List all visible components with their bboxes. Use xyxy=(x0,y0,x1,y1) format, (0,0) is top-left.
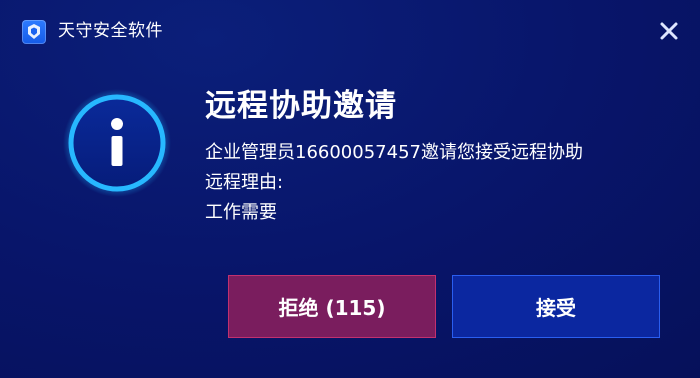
accept-button[interactable]: 接受 xyxy=(452,275,660,338)
accept-button-label: 接受 xyxy=(536,296,576,320)
remote-assist-dialog: 天守安全软件 远程协助邀请 企业管理员16600057457邀请您接受远程协助 … xyxy=(0,0,700,378)
reject-button[interactable]: 拒绝 (115) xyxy=(228,275,436,338)
close-button[interactable] xyxy=(656,18,682,44)
reason-label: 远程理由: xyxy=(205,172,284,193)
app-logo-icon xyxy=(22,20,46,44)
info-icon xyxy=(62,88,172,198)
titlebar: 天守安全软件 xyxy=(0,0,700,58)
reject-button-label: 拒绝 (115) xyxy=(278,296,386,320)
reason-value: 工作需要 xyxy=(205,202,277,223)
app-title: 天守安全软件 xyxy=(58,21,163,41)
dialog-title: 远程协助邀请 xyxy=(205,88,397,124)
close-icon xyxy=(660,22,678,40)
invite-message: 企业管理员16600057457邀请您接受远程协助 xyxy=(205,142,583,163)
